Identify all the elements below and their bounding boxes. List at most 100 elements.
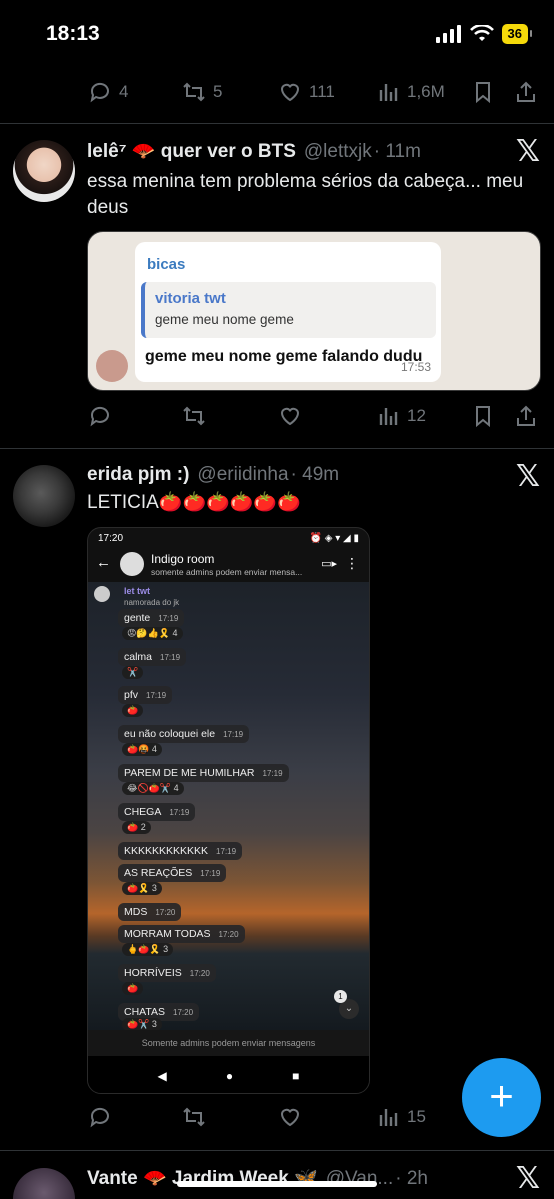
avatar[interactable] [13, 465, 75, 527]
views-count: 15 [407, 1107, 426, 1126]
heart-icon [280, 83, 300, 102]
quoted-text: geme meu nome geme [155, 312, 294, 327]
author-name[interactable]: lelê⁷ 🪭 quer ver o BTS [87, 139, 296, 163]
recents-nav-icon: ■ [292, 1068, 300, 1083]
retweet-icon [183, 1107, 205, 1127]
share-icon [517, 405, 535, 426]
status-bar: 18:13 36 [0, 0, 554, 68]
message-reactions: 🍅 [122, 982, 144, 995]
message-reactions: 🖕🍅🎗️ 3 [122, 943, 174, 956]
battery-icon: 36 [501, 24, 533, 44]
avatar[interactable] [13, 140, 75, 202]
message-reactions: ✂️ [122, 666, 144, 679]
views-icon [379, 1109, 398, 1126]
bookmark-button[interactable] [471, 404, 495, 428]
message-reactions: 🍅 [122, 704, 144, 717]
chat-message: AS REAÇÕES 17:19 [118, 864, 227, 882]
retweet-button[interactable] [182, 404, 206, 428]
phone-time: 17:20 [98, 532, 124, 544]
sender-name: let twt [124, 586, 150, 596]
tweet-time: · 11m [373, 141, 421, 162]
message-reactions: 🍅🤬 4 [122, 743, 162, 756]
home-indicator[interactable] [177, 1181, 377, 1187]
author-handle[interactable]: @eriidinha [197, 464, 288, 486]
chat-message: calma 17:19 [118, 648, 187, 666]
author-name[interactable]: erida pjm :) [87, 464, 189, 486]
chat-footer: Somente admins podem enviar mensagens [88, 1030, 369, 1056]
chat-message: MDS 17:20 [118, 903, 182, 921]
heart-icon [280, 407, 300, 426]
chat-message: KKKKKKKKKKKK 17:19 [118, 842, 243, 860]
divider [0, 448, 554, 449]
chat-header: ← Indigo room somente admins podem envia… [88, 548, 369, 582]
message-bubble: bicas vitoria twt geme meu nome geme gem… [135, 242, 441, 382]
quoted-message: vitoria twt geme meu nome geme [141, 282, 436, 338]
phone-status-bar: 17:20 ⏰ ◈ ▾ ◢ ▮ [88, 528, 369, 548]
reply-count: 4 [119, 82, 129, 101]
divider [0, 1150, 554, 1151]
avatar[interactable] [13, 1168, 75, 1199]
menu-icon: ⋮ [345, 555, 359, 571]
divider [0, 123, 554, 124]
message-text: geme meu nome geme falando dudu [145, 348, 423, 365]
reply-icon [90, 82, 109, 103]
share-button[interactable] [514, 404, 538, 428]
tweet-time: · 2h [395, 1168, 428, 1189]
views-button[interactable]: 1,6M [376, 80, 445, 104]
message-time: 17:53 [400, 360, 431, 374]
android-nav-bar: ◀ ● ■ [88, 1056, 369, 1093]
reply-button[interactable] [88, 404, 112, 428]
status-icons: 36 [435, 24, 533, 44]
message-sender: bicas [147, 256, 186, 273]
x-logo-icon: 𝕏 [515, 1161, 540, 1196]
tweet1-actions: 12 [86, 398, 536, 434]
unread-badge: 1 [334, 990, 347, 1003]
tweet-time: · 49m [290, 464, 340, 485]
views-count: 1,6M [407, 82, 445, 101]
chat-message: MORRAM TODAS 17:20 [118, 925, 245, 943]
chat-message: gente 17:19 [118, 609, 185, 627]
retweet-button[interactable] [182, 1105, 206, 1129]
message-reactions: 🍅🎗️ 3 [122, 882, 162, 895]
home-nav-icon: ● [225, 1068, 234, 1083]
tweet-image[interactable]: 17:20 ⏰ ◈ ▾ ◢ ▮ ← Indigo room somente ad… [87, 527, 370, 1094]
avatar [96, 350, 128, 382]
reply-icon [90, 1107, 109, 1128]
views-icon [379, 408, 398, 425]
message-reactions: 😡🤔👍🎗️ 4 [122, 627, 183, 640]
chat-area: let twt namorada do jk gente 17:19 😡🤔👍🎗️ … [88, 582, 369, 1031]
like-button[interactable] [278, 404, 302, 428]
bookmark-button[interactable] [471, 80, 495, 104]
reply-button[interactable] [88, 1105, 112, 1129]
like-button[interactable] [278, 1105, 302, 1129]
author-handle[interactable]: @lettxjk [304, 141, 372, 163]
back-arrow-icon: ← [96, 554, 111, 571]
like-button[interactable]: 111 [278, 80, 335, 104]
x-logo-icon: 𝕏 [515, 134, 540, 169]
compose-button[interactable]: + [462, 1058, 541, 1137]
sender-tag: namorada do jk [124, 598, 180, 607]
x-logo-icon: 𝕏 [515, 459, 540, 494]
quoted-author: vitoria twt [155, 290, 226, 307]
views-button[interactable]: 15 [376, 1105, 426, 1129]
retweet-button[interactable]: 5 [182, 80, 222, 104]
wifi-icon [469, 25, 494, 41]
retweet-count: 5 [213, 82, 223, 101]
views-button[interactable]: 12 [376, 404, 426, 428]
heart-icon [280, 1108, 300, 1127]
reply-button[interactable]: 4 [88, 80, 128, 104]
share-button[interactable] [514, 80, 538, 104]
chat-message: pfv 17:19 [118, 686, 173, 704]
tweet-image[interactable]: bicas vitoria twt geme meu nome geme gem… [87, 231, 541, 391]
bookmark-icon [476, 82, 490, 104]
views-count: 12 [407, 406, 426, 425]
tweet2-header: erida pjm :) @eriidinha · 49m [87, 464, 339, 486]
chat-message: eu não coloquei ele 17:19 [118, 725, 250, 743]
group-name: Indigo room [151, 552, 215, 566]
tweet0-actions: 4 5 111 1,6M [86, 74, 536, 110]
tweet-text: LETICIA🍅🍅🍅🍅🍅🍅 [87, 492, 301, 513]
tweet-text: essa menina tem problema sérios da cabeç… [87, 171, 524, 218]
video-call-icon: ▭▸ [321, 558, 337, 570]
views-icon [379, 84, 398, 101]
reply-icon [90, 406, 109, 427]
